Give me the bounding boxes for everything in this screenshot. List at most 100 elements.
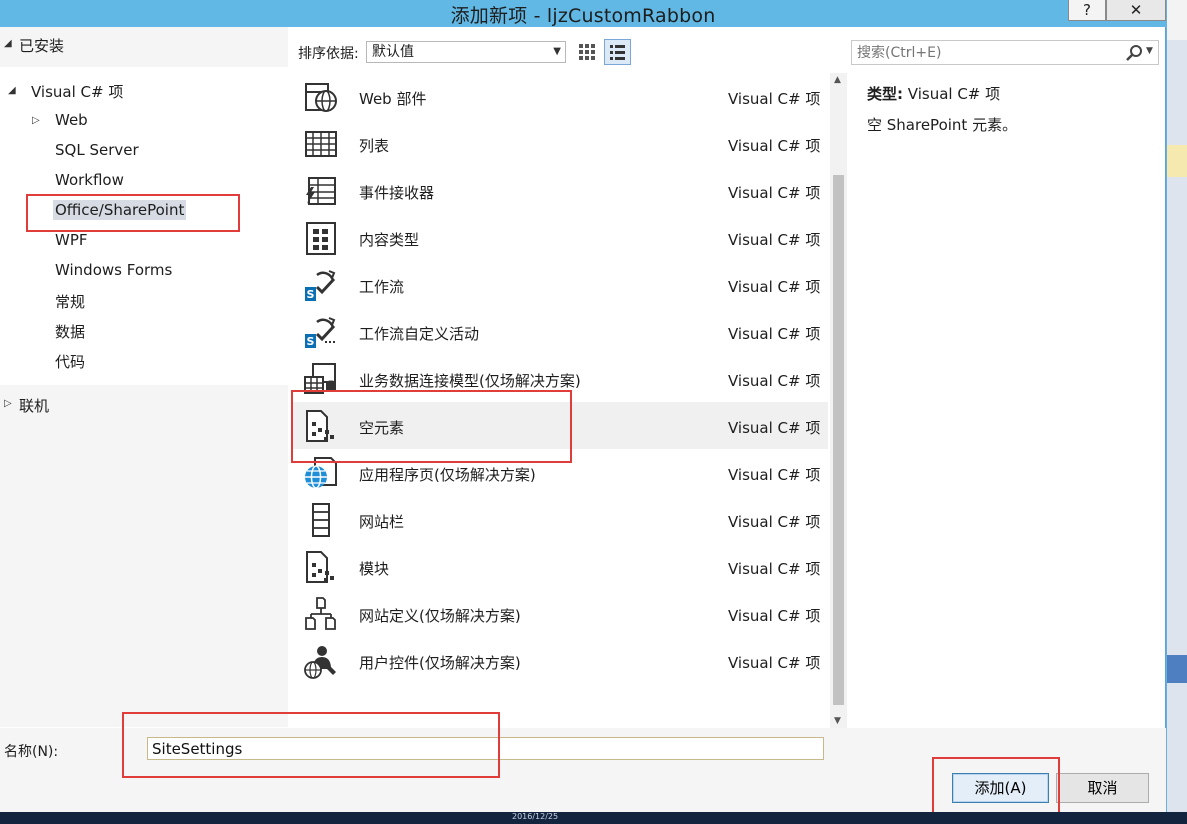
background-window-edge	[1167, 0, 1187, 812]
list-item[interactable]: 用户控件(仅场解决方案) Visual C# 项	[293, 637, 828, 684]
sort-by-label: 排序依据:	[298, 46, 359, 62]
description-pane: 类型: Visual C# 项 空 SharePoint 元素。	[852, 73, 1162, 728]
tree-item-data[interactable]: 数据	[55, 321, 85, 342]
workflow-icon: S	[305, 270, 336, 301]
tree-item-sql-server[interactable]: SQL Server	[55, 141, 139, 159]
svg-text:S: S	[307, 288, 315, 301]
event-receiver-icon	[306, 177, 336, 205]
sort-by-value: 默认值	[372, 44, 414, 60]
annotation-box-name	[122, 712, 500, 778]
tree-item-code[interactable]: 代码	[55, 351, 85, 372]
small-icons-view-button[interactable]	[576, 41, 598, 63]
tree-item-workflow[interactable]: Workflow	[55, 171, 124, 189]
tree-item-label: Web	[55, 111, 88, 129]
tree-item-wpf[interactable]: WPF	[55, 231, 88, 249]
module-icon	[306, 551, 334, 583]
expand-arrow-icon[interactable]: ▷	[4, 398, 12, 409]
taskbar-date: 2016/12/25	[512, 812, 559, 821]
content-type-icon	[306, 222, 336, 255]
item-name: 网站栏	[359, 513, 405, 531]
search-input[interactable]	[857, 44, 1117, 62]
list-view-icon	[610, 45, 625, 60]
item-type: Visual C# 项	[728, 419, 821, 437]
item-name: 应用程序页(仅场解决方案)	[359, 466, 536, 484]
add-new-item-dialog: 添加新项 - ljzCustomRabbon ? ✕ ◢ 已安装 ◢ Visua…	[0, 0, 1166, 824]
user-control-icon	[304, 646, 336, 679]
list-item[interactable]: Web 部件 Visual C# 项	[293, 73, 828, 120]
search-options-chevron-icon[interactable]: ▼	[1146, 46, 1153, 56]
item-name: 工作流	[359, 278, 405, 296]
item-type: Visual C# 项	[728, 607, 821, 625]
background-strip	[1167, 655, 1187, 683]
item-name: 事件接收器	[359, 184, 435, 202]
item-name: 列表	[359, 137, 390, 155]
item-name: 业务数据连接模型(仅场解决方案)	[359, 372, 581, 390]
taskbar: 2016/12/25	[0, 812, 1187, 824]
cancel-button[interactable]: 取消	[1056, 773, 1149, 803]
site-column-icon	[312, 503, 330, 537]
item-name: 网站定义(仅场解决方案)	[359, 607, 521, 625]
description-text: 空 SharePoint 元素。	[867, 116, 1018, 134]
search-box[interactable]: ▼	[851, 40, 1159, 65]
tree-item-label: Visual C# 项	[31, 83, 124, 101]
list-item[interactable]: 列表 Visual C# 项	[293, 120, 828, 167]
sort-by-dropdown[interactable]: 默认值 ▼	[366, 41, 566, 63]
item-type: Visual C# 项	[728, 90, 821, 108]
item-type: Visual C# 项	[728, 184, 821, 202]
template-category-panel: ◢ 已安装 ◢ Visual C# 项 ▷ Web SQL Server Wor…	[0, 27, 288, 727]
list-view-button[interactable]	[604, 39, 631, 65]
item-type: Visual C# 项	[728, 137, 821, 155]
item-type: Visual C# 项	[728, 654, 821, 672]
online-label: 联机	[19, 397, 50, 415]
scrollbar-thumb[interactable]	[833, 175, 844, 705]
list-item[interactable]: S 工作流自定义活动 Visual C# 项	[293, 308, 828, 355]
annotation-box-empty-element	[291, 390, 572, 463]
installed-label: 已安装	[19, 37, 65, 55]
type-value: Visual C# 项	[907, 85, 1001, 103]
item-name: 用户控件(仅场解决方案)	[359, 654, 521, 672]
tree-item-windows-forms[interactable]: Windows Forms	[55, 261, 172, 279]
background-strip	[1167, 145, 1187, 177]
tree-item-general[interactable]: 常规	[55, 291, 85, 312]
item-list-scrollbar[interactable]: ▲ ▼	[830, 73, 847, 728]
item-name: 内容类型	[359, 231, 420, 249]
web-part-icon	[305, 83, 337, 112]
expand-arrow-icon[interactable]: ▷	[32, 115, 40, 126]
item-type: Visual C# 项	[728, 231, 821, 249]
expanded-arrow-icon[interactable]: ◢	[8, 85, 16, 96]
item-name: Web 部件	[359, 90, 427, 108]
window-title: 添加新项 - ljzCustomRabbon	[450, 5, 716, 27]
list-item[interactable]: 网站栏 Visual C# 项	[293, 496, 828, 543]
list-item[interactable]: 内容类型 Visual C# 项	[293, 214, 828, 261]
scroll-up-arrow-icon[interactable]: ▲	[834, 75, 841, 85]
item-name: 模块	[359, 560, 390, 578]
name-label: 名称(N):	[4, 744, 59, 760]
help-button[interactable]: ?	[1068, 0, 1106, 21]
list-item[interactable]: S 工作流 Visual C# 项	[293, 261, 828, 308]
collapse-arrow-icon[interactable]: ◢	[4, 38, 12, 49]
item-name: 工作流自定义活动	[359, 325, 480, 343]
description-type: 类型: Visual C# 项	[867, 83, 1000, 104]
list-icon	[305, 131, 337, 157]
item-type: Visual C# 项	[728, 560, 821, 578]
item-type: Visual C# 项	[728, 278, 821, 296]
svg-text:S: S	[307, 335, 315, 348]
list-item[interactable]: 网站定义(仅场解决方案) Visual C# 项	[293, 590, 828, 637]
item-type: Visual C# 项	[728, 513, 821, 531]
site-definition-icon	[305, 597, 336, 630]
item-type: Visual C# 项	[728, 325, 821, 343]
list-item[interactable]: 事件接收器 Visual C# 项	[293, 167, 828, 214]
type-label: 类型:	[867, 85, 903, 103]
workflow-activity-icon: S	[305, 317, 336, 348]
title-bar[interactable]: 添加新项 - ljzCustomRabbon ? ✕	[0, 0, 1166, 27]
annotation-box-category	[26, 194, 240, 232]
search-icon[interactable]	[1124, 43, 1144, 63]
item-type: Visual C# 项	[728, 372, 821, 390]
item-type: Visual C# 项	[728, 466, 821, 484]
scroll-down-arrow-icon[interactable]: ▼	[834, 716, 841, 726]
grid-view-icon	[579, 44, 595, 60]
background-strip	[1167, 0, 1187, 40]
list-item[interactable]: 模块 Visual C# 项	[293, 543, 828, 590]
chevron-down-icon: ▼	[553, 46, 561, 57]
close-button[interactable]: ✕	[1106, 0, 1166, 21]
